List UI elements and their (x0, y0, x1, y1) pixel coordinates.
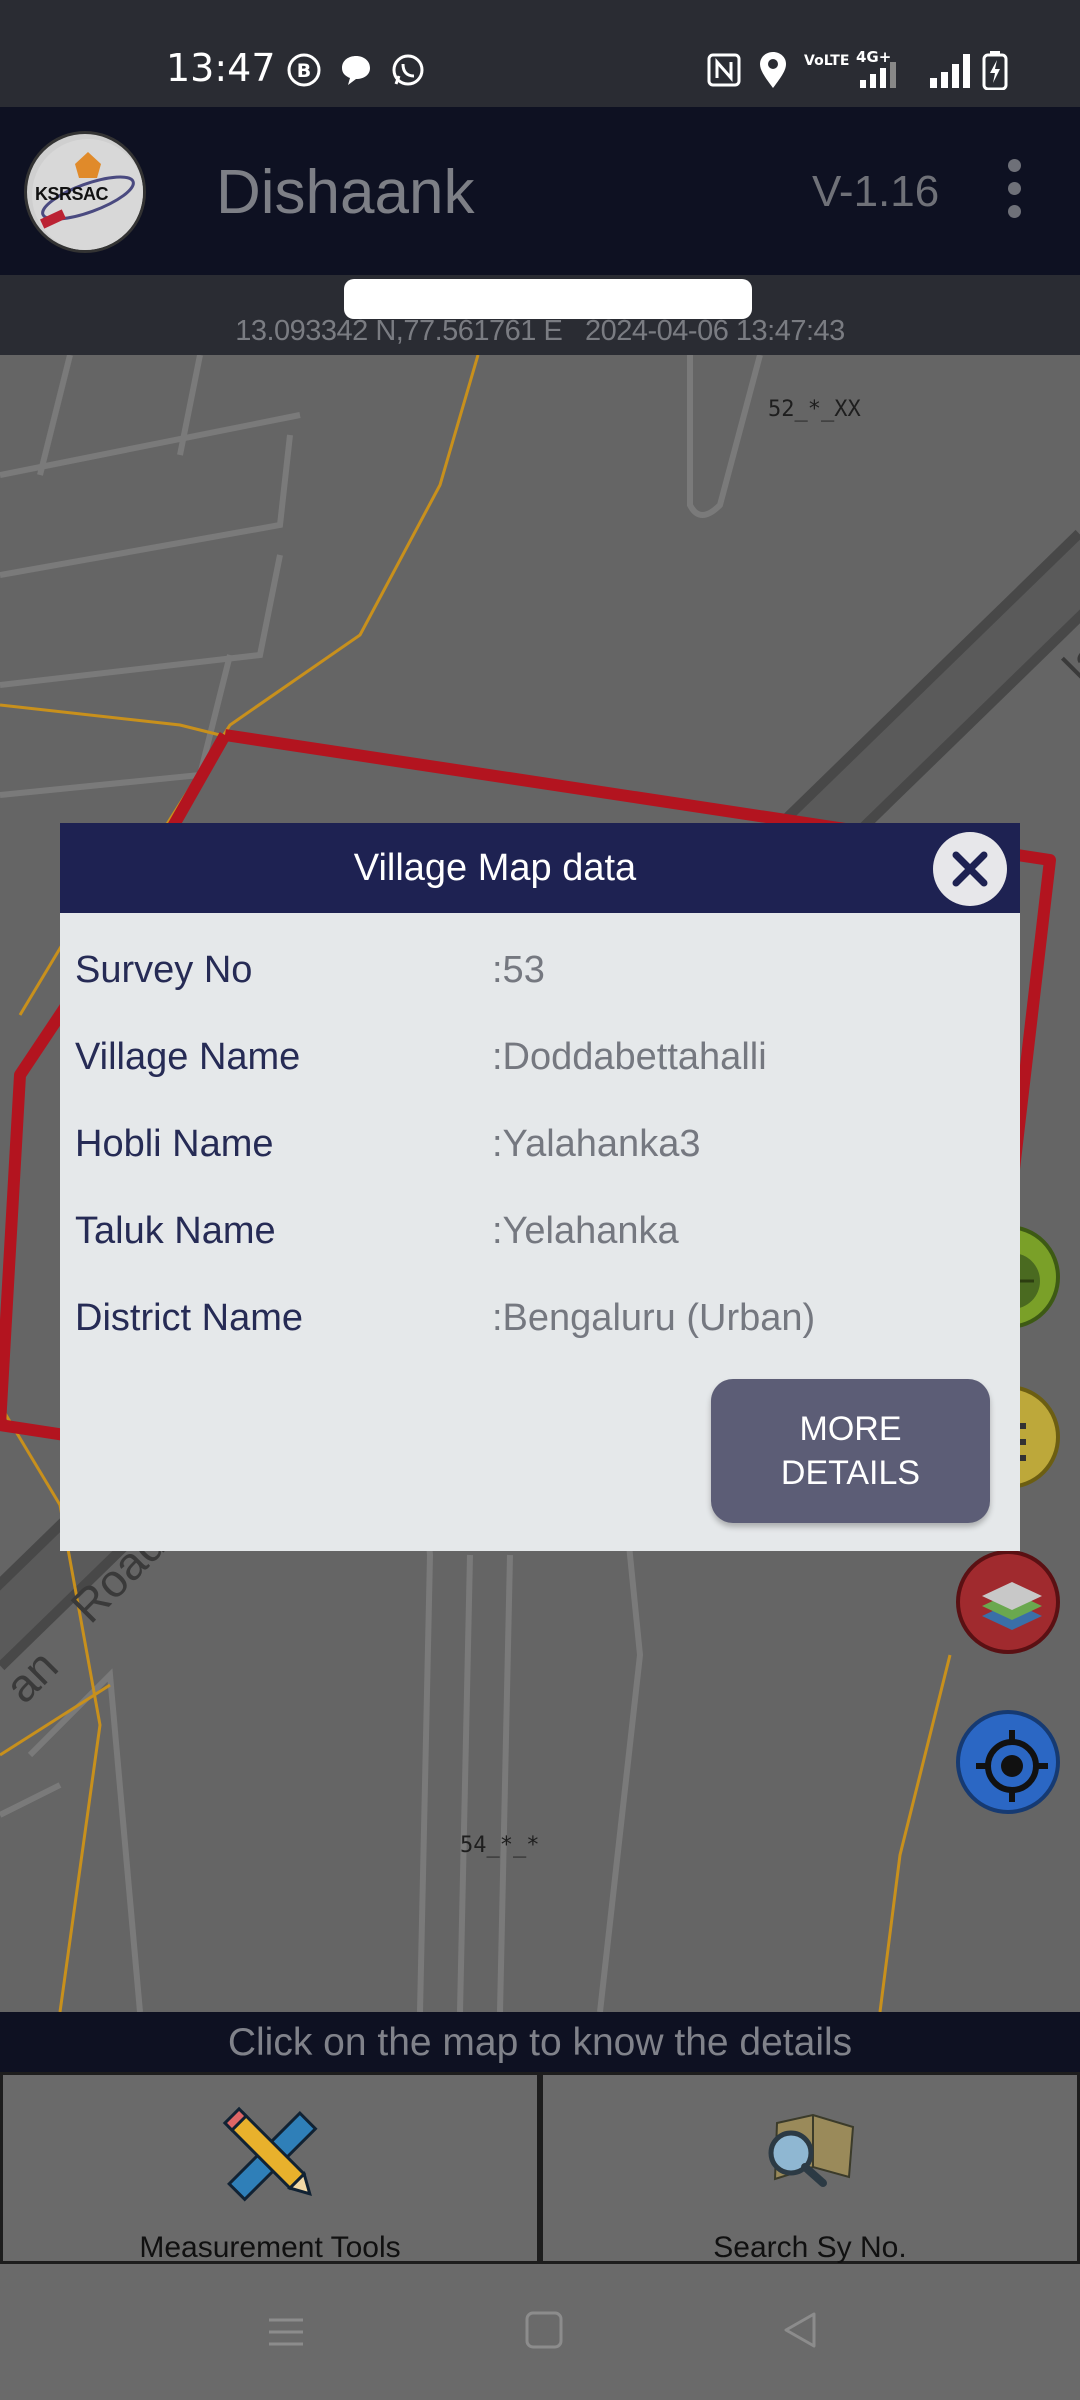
b-circle-icon: B (287, 53, 321, 87)
taluk-name-label: Taluk Name (75, 1210, 276, 1252)
hobli-name-label: Hobli Name (75, 1123, 274, 1165)
nfc-icon (707, 53, 741, 87)
timestamp: 2024-04-06 13:47:43 (585, 315, 845, 347)
dialog-title: Village Map data (353, 847, 637, 889)
app-logo: KSRSAC (24, 131, 146, 253)
layers-icon (982, 1582, 1042, 1630)
more-details-line2: DETAILS (780, 1454, 921, 1492)
location-strip: 13.093342 N,77.561761 E 2024-04-06 13:47… (0, 275, 1080, 355)
ruler-pencil-icon (222, 2106, 318, 2202)
status-time: 13:47 (166, 46, 276, 90)
system-nav-bar (0, 2264, 1080, 2400)
location-readout: 13.093342 N,77.561761 E 2024-04-06 13:47… (0, 315, 1080, 348)
whatsapp-icon (392, 54, 424, 86)
measurement-tools-button[interactable]: Measurement Tools (0, 2072, 540, 2264)
redacted-area (344, 279, 752, 319)
recents-icon[interactable] (266, 2312, 306, 2352)
overflow-menu-icon[interactable] (994, 159, 1034, 219)
taluk-name-value: :Yelahanka (492, 1210, 679, 1252)
measurement-tools-label: Measurement Tools (139, 2231, 401, 2264)
logo-text: KSRSAC (35, 184, 109, 204)
home-icon[interactable] (524, 2310, 564, 2350)
close-icon (952, 851, 988, 887)
map-hint: Click on the map to know the details (0, 2012, 1080, 2072)
app-version: V-1.16 (812, 167, 940, 216)
more-details-line1: MORE (799, 1410, 902, 1448)
village-name-value: :Doddabettahalli (492, 1036, 767, 1078)
layers-button[interactable] (956, 1550, 1060, 1654)
district-name-label: District Name (75, 1297, 304, 1339)
survey-no-label: Survey No (75, 949, 253, 991)
crosshair-icon (976, 1730, 1048, 1802)
village-map-dialog: Village Map data Survey No :53 Village N… (60, 823, 1020, 1551)
location-icon (760, 52, 786, 88)
district-name-value: :Bengaluru (Urban) (492, 1297, 816, 1339)
village-name-label: Village Name (75, 1036, 301, 1078)
more-details-button[interactable]: MORE DETAILS (711, 1379, 990, 1523)
app-bar: KSRSAC Dishaank V-1.16 (0, 107, 1080, 275)
signal-icon (930, 54, 970, 88)
survey-no-value: :53 (492, 949, 545, 991)
close-button[interactable] (933, 832, 1007, 906)
app-title: Dishaank (216, 158, 475, 227)
dialog-header: Village Map data (60, 823, 1020, 913)
hobli-name-value: :Yalahanka3 (492, 1123, 701, 1165)
svg-text:B: B (297, 60, 311, 82)
signal-4g-icon: 4G+ (856, 48, 908, 90)
map-label-bottom: 54_*_* (460, 1833, 540, 1858)
map-search-icon (768, 2113, 855, 2187)
status-bar: 13:47 B VoLTE 4G+ (0, 0, 1080, 107)
chat-bubble-icon (342, 56, 370, 85)
volte-indicator: VoLTE (804, 53, 850, 69)
my-location-button[interactable] (956, 1710, 1060, 1814)
search-survey-number-label: Search Sy No. (713, 2231, 907, 2264)
map-label-top: 52_*_XX (768, 397, 861, 422)
back-icon[interactable] (780, 2310, 820, 2350)
search-survey-number-button[interactable]: Search Sy No. (540, 2072, 1080, 2264)
battery-charging-icon (982, 51, 1008, 90)
coordinates: 13.093342 N,77.561761 E (235, 315, 563, 347)
